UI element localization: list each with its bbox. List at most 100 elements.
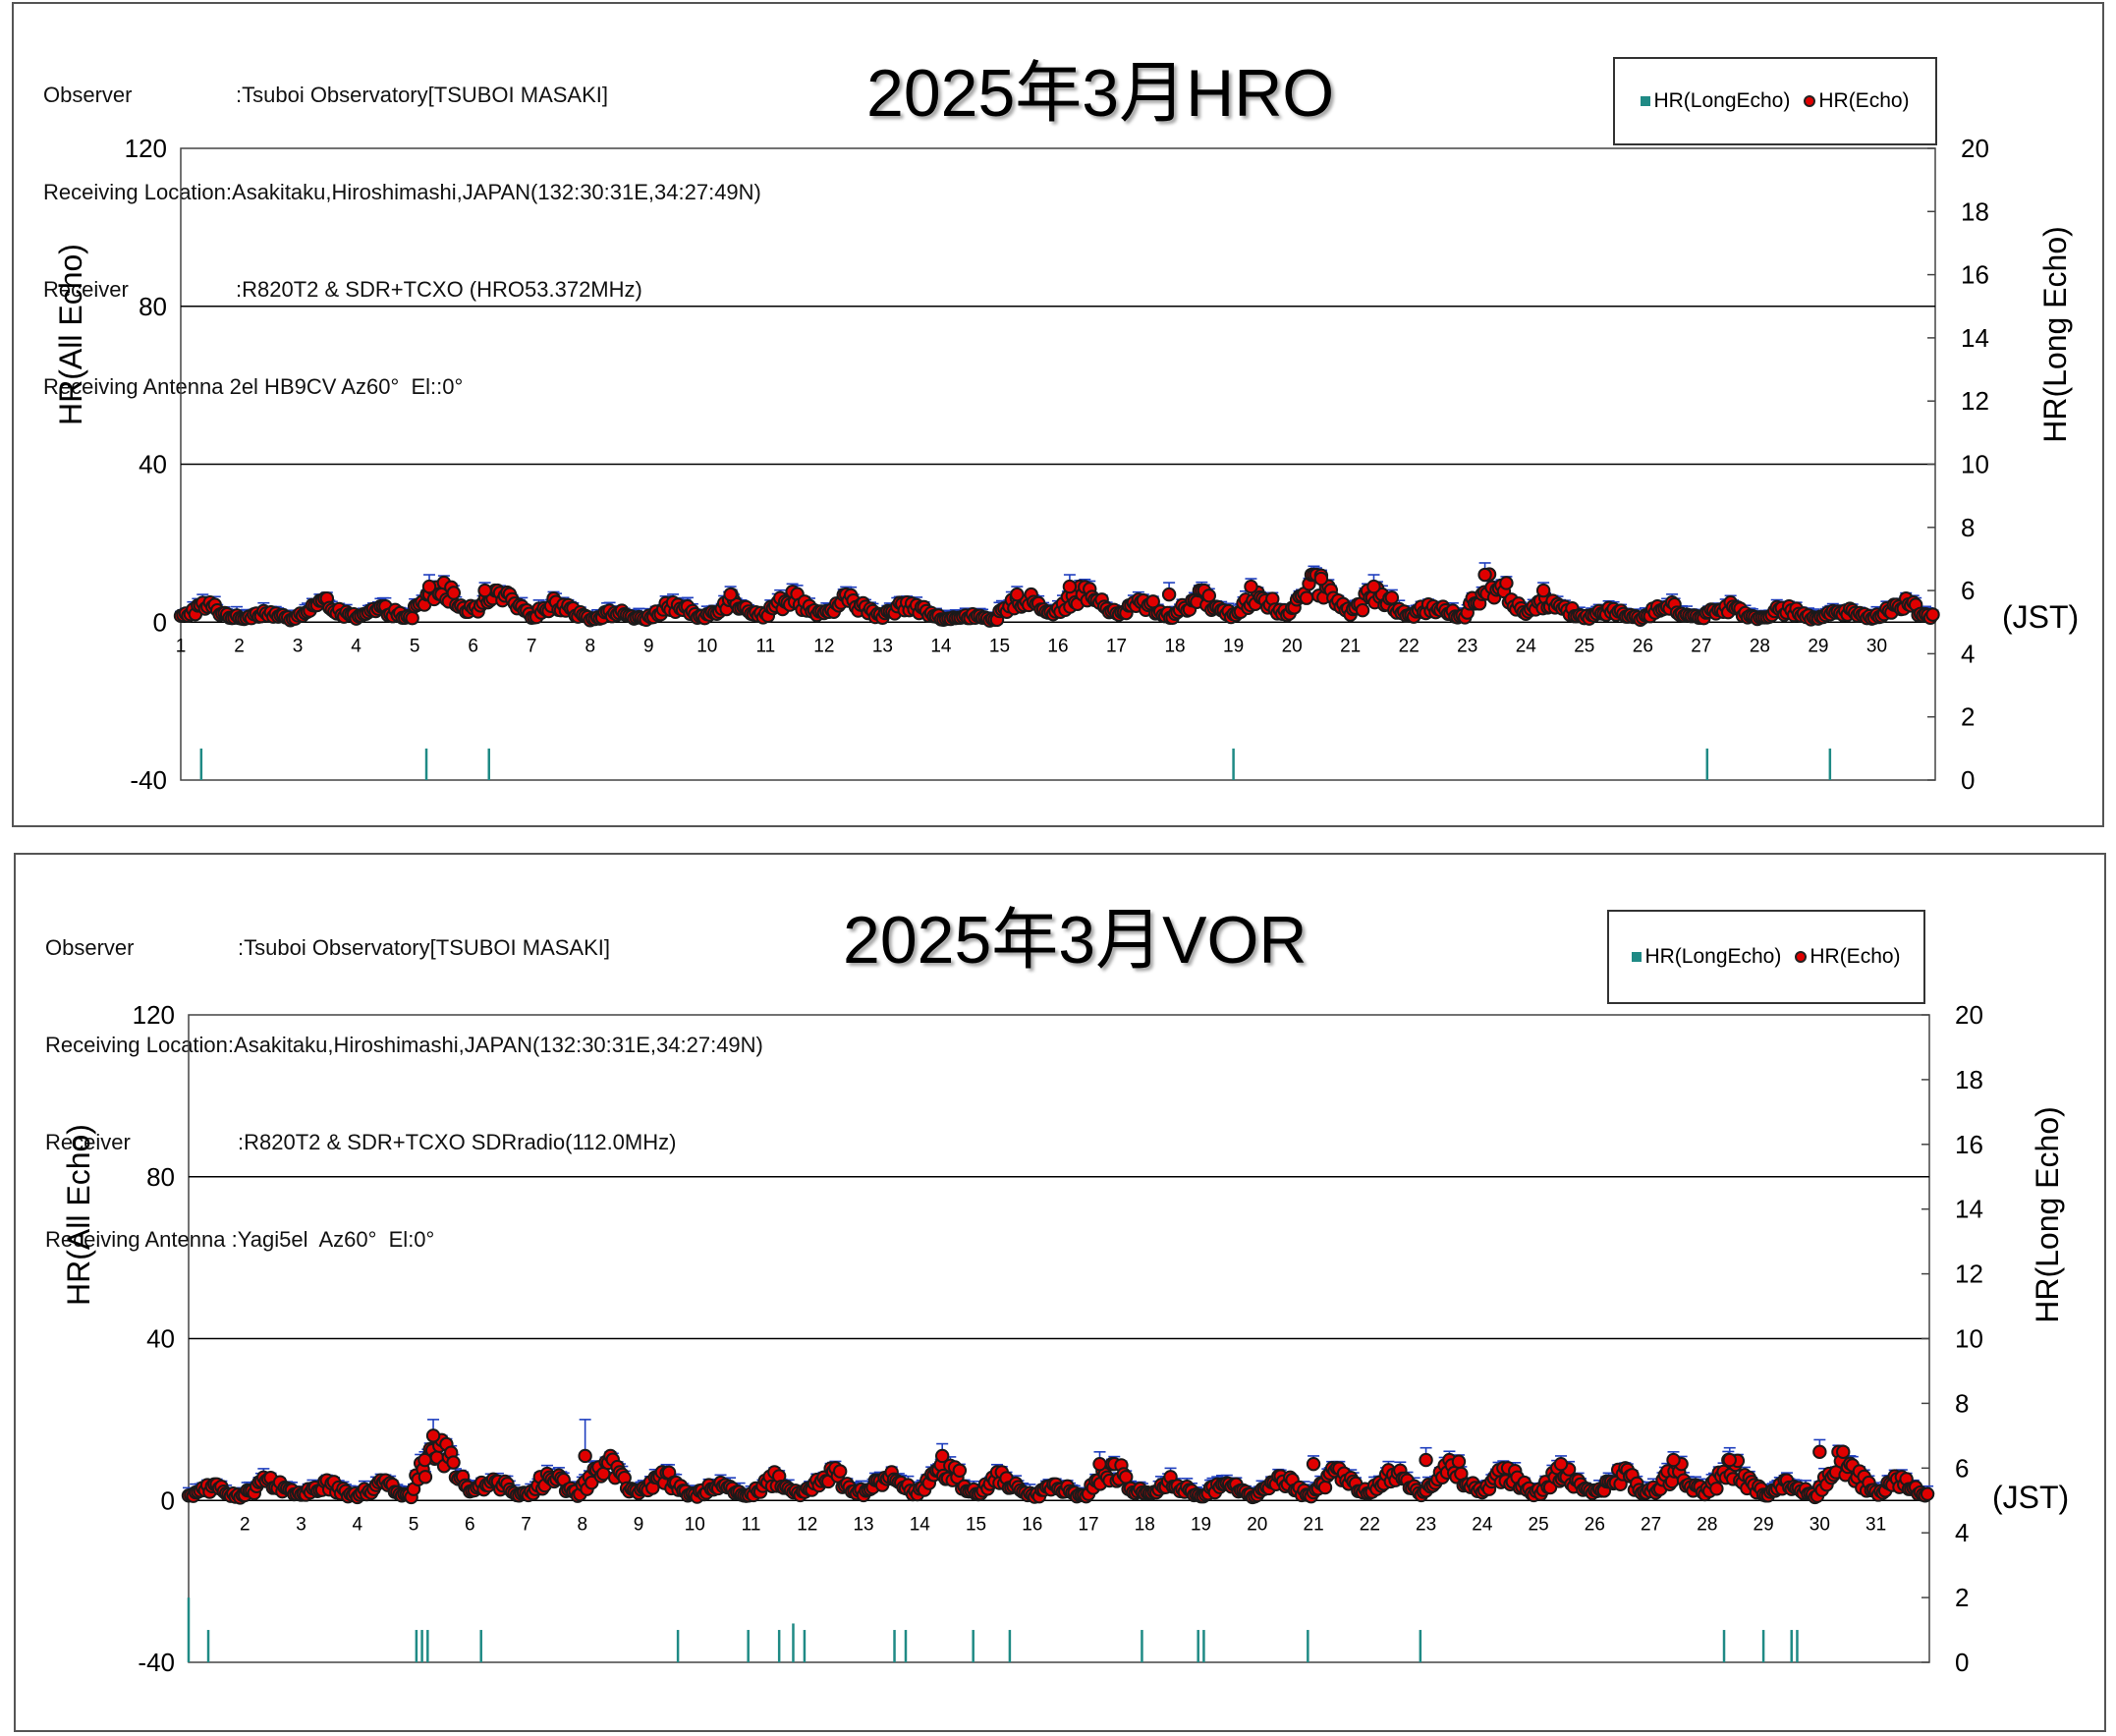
echo-data-point [1299, 590, 1314, 605]
echo-data-point [1010, 587, 1025, 602]
x-tick-label: 21 [1340, 636, 1361, 656]
echo-data-point [832, 1464, 848, 1479]
y-tick-label-right: 10 [1955, 1324, 1983, 1354]
echo-data-point [477, 583, 492, 598]
y-tick-label-left: 80 [146, 1162, 175, 1192]
echo-data-point [723, 587, 738, 602]
echo-data-point [1062, 579, 1078, 594]
x-tick-label: 17 [1106, 636, 1127, 656]
y-tick-label-left: 80 [139, 292, 167, 321]
x-tick-label: 5 [410, 636, 420, 656]
chart-panel-vor: Observer:Tsuboi Observatory[TSUBOI MASAK… [14, 853, 2106, 1732]
y-tick-label-right: 14 [1961, 323, 1989, 353]
y-tick-label-right: 16 [1955, 1130, 1983, 1159]
y-tick-label-right: 20 [1955, 1000, 1983, 1030]
y-tick-label-left: 40 [139, 450, 167, 479]
x-tick-label: 30 [1866, 636, 1887, 656]
x-tick-label: 24 [1472, 1514, 1493, 1535]
echo-data-point [1161, 587, 1177, 602]
x-tick-label: 15 [989, 636, 1010, 656]
x-tick-label: 6 [465, 1514, 475, 1535]
y-tick-label-left: 0 [153, 607, 167, 637]
x-tick-label: 2 [240, 1514, 251, 1535]
x-tick-label: 10 [696, 636, 717, 656]
x-tick-label: 3 [296, 1514, 306, 1535]
x-tick-label: 13 [853, 1514, 873, 1535]
x-tick-label: 28 [1697, 1514, 1717, 1535]
x-tick-label: 20 [1247, 1514, 1267, 1535]
x-tick-label: 4 [352, 1514, 362, 1535]
echo-data-point [1925, 607, 1940, 622]
echo-data-point [446, 1455, 461, 1470]
x-tick-label: 22 [1360, 1514, 1380, 1535]
x-tick-label: 30 [1810, 1514, 1830, 1535]
y-tick-label-left: -40 [130, 765, 167, 795]
echo-data-point [418, 1470, 433, 1484]
y-tick-label-right: 2 [1961, 702, 1975, 732]
echo-data-point [1119, 1470, 1134, 1484]
y-tick-label-right: 16 [1961, 260, 1989, 290]
echo-data-point [1722, 1452, 1737, 1468]
x-tick-label: 8 [577, 1514, 587, 1535]
x-tick-label: 11 [742, 1514, 761, 1535]
x-tick-label: 22 [1399, 636, 1420, 656]
echo-data-point [1355, 602, 1370, 618]
x-tick-label: 23 [1457, 636, 1477, 656]
y-tick-label-left: 120 [133, 1000, 175, 1030]
echo-data-point [1812, 1444, 1827, 1460]
echo-data-point [1666, 1452, 1681, 1468]
y-tick-label-right: 14 [1955, 1195, 1983, 1224]
echo-data-point [952, 1463, 968, 1478]
y-tick-label-right: 4 [1961, 639, 1975, 668]
y-tick-label-left: 40 [146, 1324, 175, 1354]
x-tick-label: 23 [1416, 1514, 1436, 1535]
y-tick-label-right: 20 [1961, 134, 1989, 163]
x-tick-label: 25 [1574, 636, 1594, 656]
x-tick-label: 21 [1304, 1514, 1324, 1535]
x-tick-label: 20 [1282, 636, 1303, 656]
echo-data-point [1306, 1456, 1321, 1472]
x-tick-label: 9 [643, 636, 654, 656]
echo-data-point [1553, 1456, 1569, 1472]
x-tick-label: 15 [966, 1514, 986, 1535]
x-tick-label: 27 [1641, 1514, 1661, 1535]
x-tick-label: 18 [1135, 1514, 1155, 1535]
echo-data-point [578, 1448, 592, 1464]
x-tick-label: 19 [1191, 1514, 1211, 1535]
echo-data-point [1451, 1454, 1467, 1469]
x-tick-label: 18 [1164, 636, 1185, 656]
echo-data-point [425, 1428, 441, 1443]
y-tick-label-right: 8 [1961, 513, 1975, 542]
echo-data-point [1836, 1444, 1851, 1460]
y-tick-label-right: 6 [1955, 1453, 1969, 1483]
x-tick-label: 24 [1516, 636, 1537, 656]
echo-data-point [1317, 1480, 1333, 1495]
x-tick-label: 26 [1633, 636, 1653, 656]
x-tick-label: 25 [1529, 1514, 1549, 1535]
y-tick-label-right: 10 [1961, 450, 1989, 479]
x-tick-label: 7 [521, 1514, 531, 1535]
x-tick-label: 6 [468, 636, 478, 656]
x-tick-label: 16 [1022, 1514, 1042, 1535]
y-tick-label-right: 18 [1955, 1065, 1983, 1094]
scatter-plot-hro: -4004080120024681012141618201 2 3 4 5 6 7 8 9 10 1… [125, 134, 1989, 795]
chart-panel-hro: Observer:Tsuboi Observatory[TSUBOI MASAK… [12, 2, 2104, 827]
echo-data-point [1201, 588, 1216, 603]
x-tick-label: 16 [1047, 636, 1068, 656]
echo-data-point [405, 611, 419, 626]
echo-data-point [1366, 579, 1381, 594]
x-tick-label: 14 [930, 636, 952, 656]
x-tick-label: 2 [234, 636, 245, 656]
x-tick-label: 5 [409, 1514, 419, 1535]
x-tick-label: 9 [634, 1514, 644, 1535]
y-tick-label-right: 0 [1955, 1648, 1969, 1677]
x-tick-label: 12 [813, 636, 834, 656]
echo-data-point [1709, 1482, 1724, 1496]
y-tick-label-right: 2 [1955, 1583, 1969, 1612]
y-tick-label-right: 6 [1961, 576, 1975, 605]
y-tick-label-left: 0 [161, 1485, 175, 1515]
x-tick-label: 31 [1865, 1514, 1886, 1535]
x-tick-label: 26 [1585, 1514, 1605, 1535]
echo-data-point [1313, 571, 1329, 587]
y-tick-label-right: 8 [1955, 1388, 1969, 1418]
